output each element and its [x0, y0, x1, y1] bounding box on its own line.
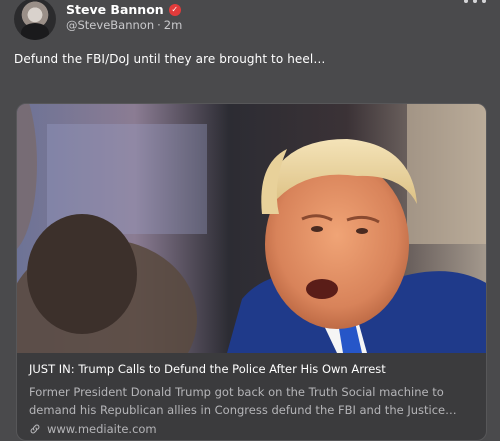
- post: Steve Bannon ✓ @SteveBannon · 2m Defund …: [0, 0, 500, 441]
- name-row: Steve Bannon ✓: [66, 2, 181, 17]
- separator: ·: [157, 18, 161, 32]
- verified-badge-icon: ✓: [168, 3, 181, 16]
- display-name[interactable]: Steve Bannon: [66, 2, 164, 17]
- news-photo: [17, 104, 486, 353]
- post-header: Steve Bannon ✓ @SteveBannon · 2m: [14, 0, 486, 40]
- timestamp[interactable]: 2m: [164, 18, 183, 32]
- link-card-title[interactable]: JUST IN: Trump Calls to Defund the Polic…: [29, 362, 386, 376]
- description-line: Former President Donald Trump got back o…: [29, 385, 444, 399]
- link-card[interactable]: JUST IN: Trump Calls to Defund the Polic…: [16, 103, 487, 441]
- avatar[interactable]: [14, 0, 56, 40]
- link-card-domain[interactable]: www.mediaite.com: [29, 422, 157, 436]
- domain-text: www.mediaite.com: [47, 422, 157, 436]
- dot-icon: [482, 0, 486, 3]
- dot-icon: [473, 0, 477, 3]
- link-card-image[interactable]: [17, 104, 486, 353]
- link-icon: [30, 424, 40, 434]
- handle-row: @SteveBannon · 2m: [66, 18, 182, 32]
- description-line: demand his Republican allies in Congress…: [29, 403, 457, 417]
- link-card-description: Former President Donald Trump got back o…: [29, 383, 474, 419]
- post-text: Defund the FBI/DoJ until they are brough…: [14, 52, 326, 66]
- more-options-button[interactable]: [464, 0, 486, 8]
- handle[interactable]: @SteveBannon: [66, 18, 154, 32]
- dot-icon: [464, 0, 468, 3]
